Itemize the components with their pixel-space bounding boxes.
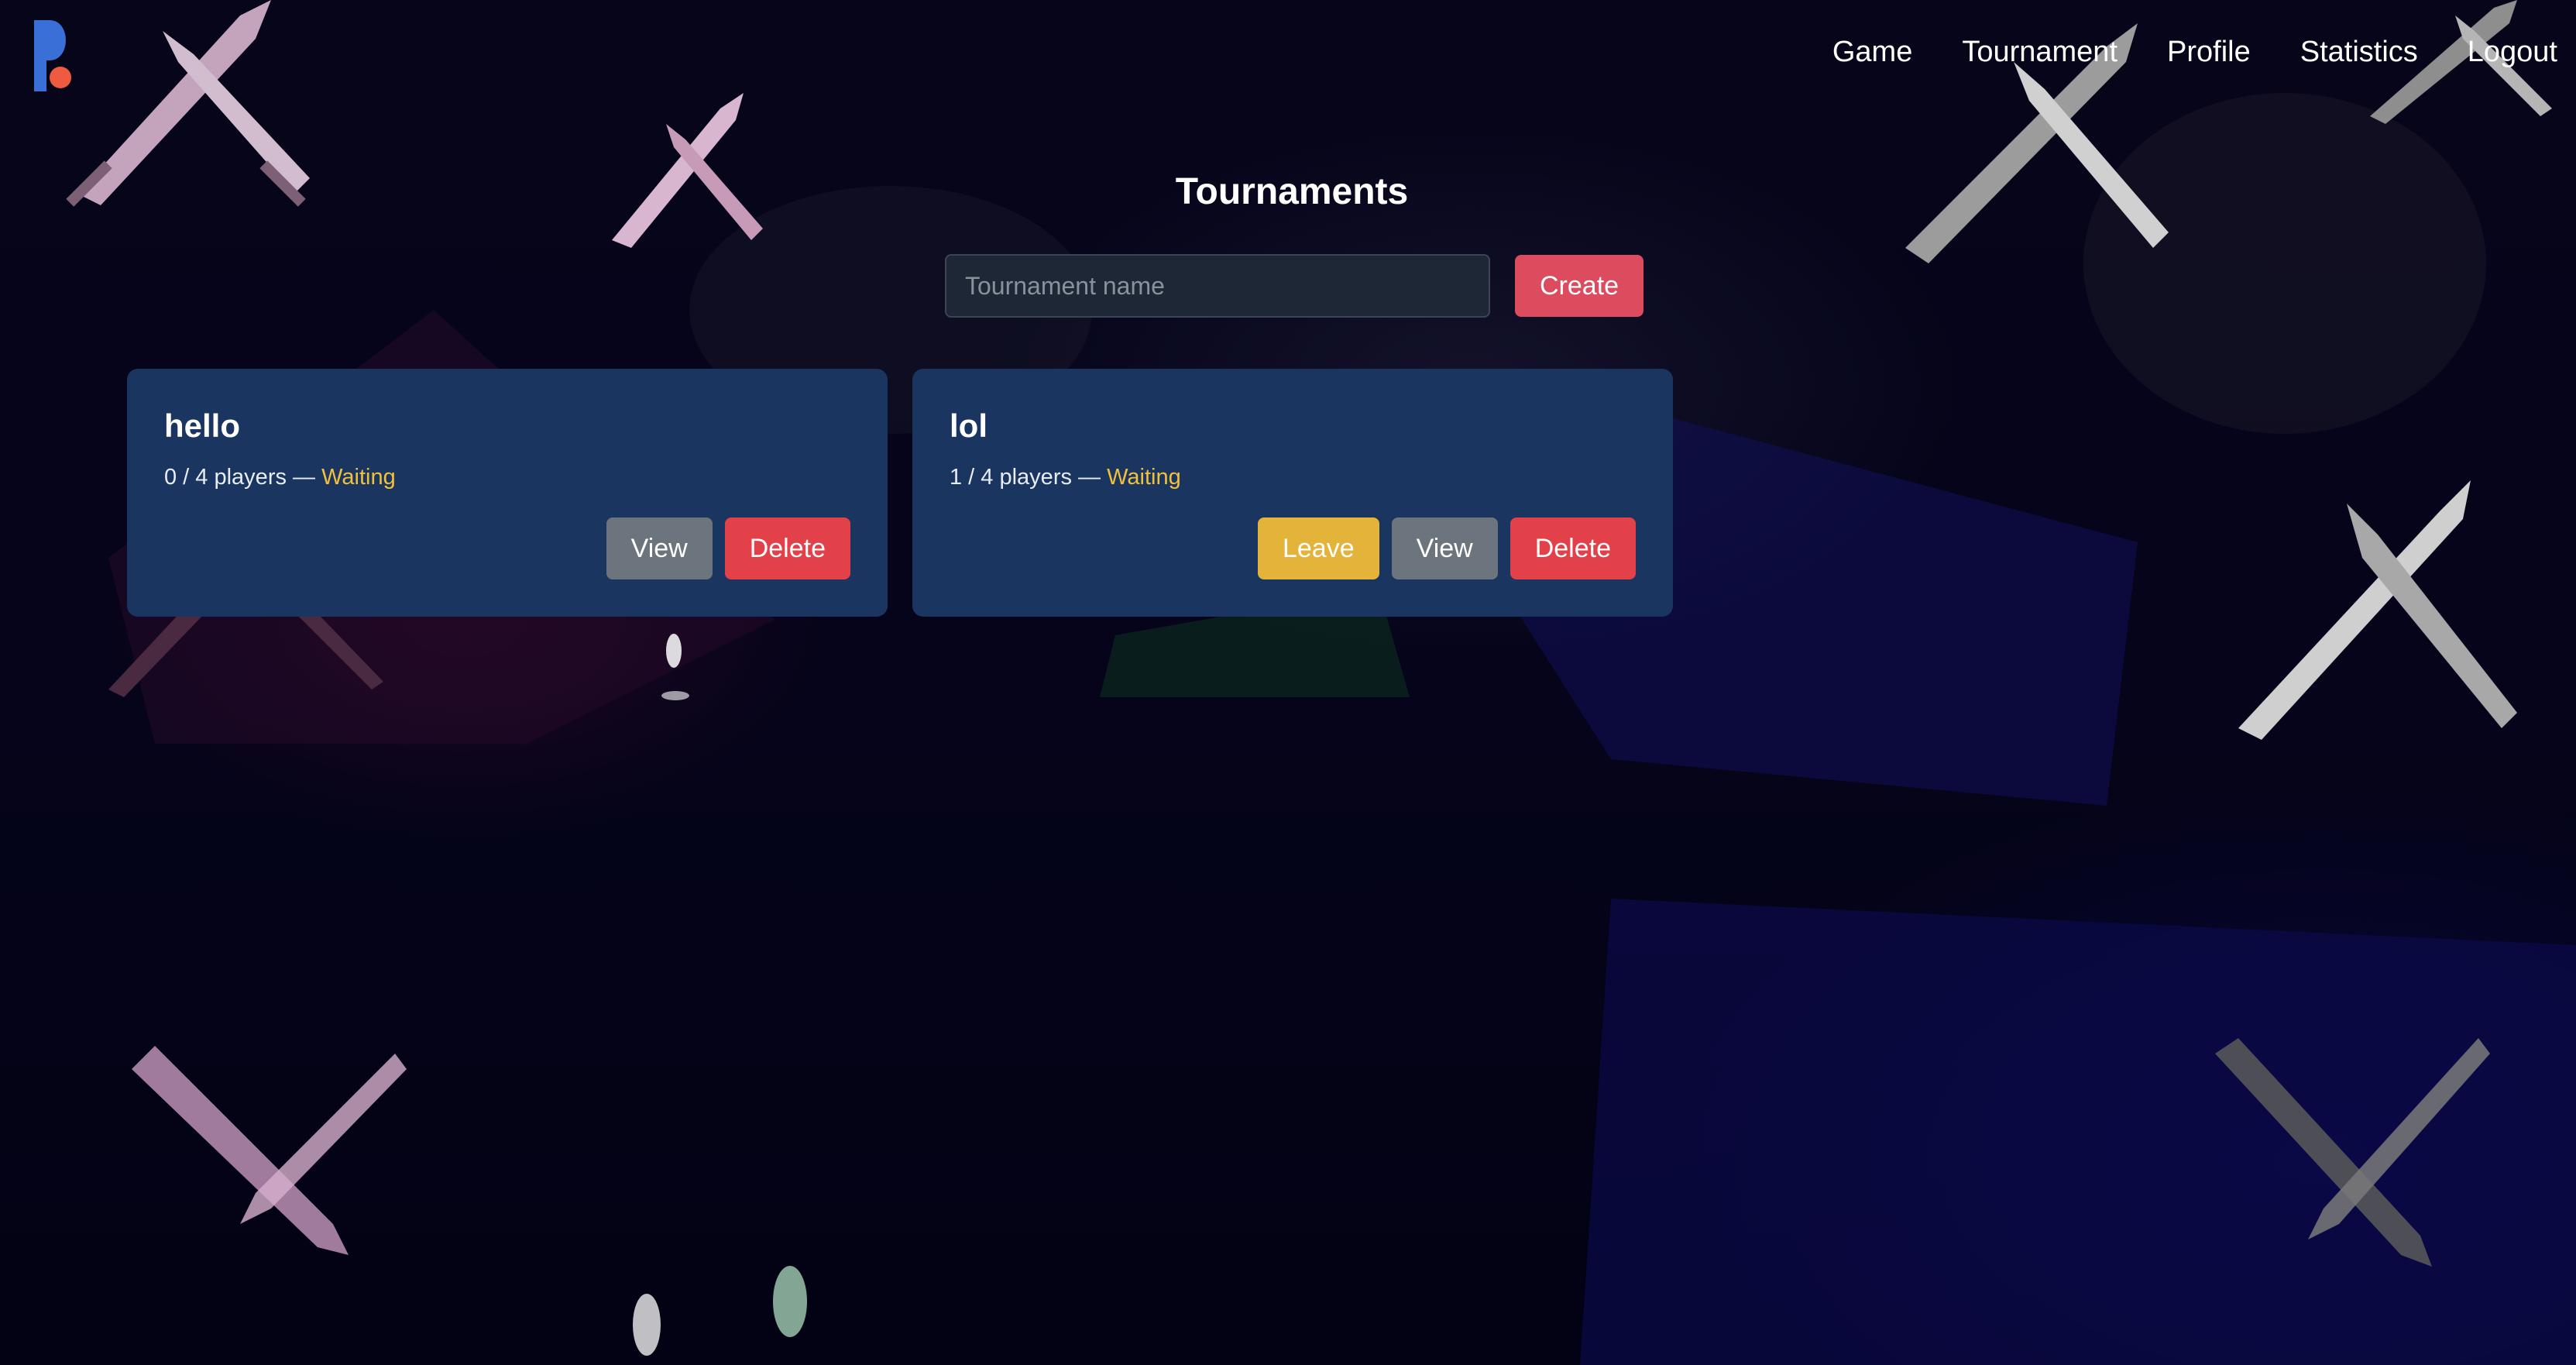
nav-profile[interactable]: Profile: [2167, 36, 2251, 69]
delete-button[interactable]: Delete: [1510, 517, 1636, 579]
tournament-name: lol: [950, 407, 987, 444]
tournament-meta: 0 / 4 players — Waiting: [164, 465, 850, 490]
tournament-card: hello 0 / 4 players — Waiting View Delet…: [127, 369, 888, 617]
nav-game[interactable]: Game: [1832, 36, 1912, 69]
crossed-swords-icon: [2238, 480, 2517, 740]
create-button[interactable]: Create: [1515, 255, 1644, 317]
tournament-name-input[interactable]: [945, 254, 1490, 318]
tournament-card: lol 1 / 4 players — Waiting Leave View D…: [912, 369, 1673, 617]
tournament-list: hello 0 / 4 players — Waiting View Delet…: [127, 369, 1673, 617]
view-button[interactable]: View: [1391, 517, 1498, 579]
player-count: 0 / 4 players —: [164, 465, 316, 490]
crossed-swords-icon: [2215, 1038, 2490, 1267]
view-button[interactable]: View: [606, 517, 713, 579]
main-nav: Game Tournament Profile Statistics Logou…: [1832, 36, 2557, 69]
nav-logout[interactable]: Logout: [2468, 36, 2557, 69]
create-tournament-form: Create: [945, 254, 1644, 318]
player-count: 1 / 4 players —: [950, 465, 1101, 490]
page: Game Tournament Profile Statistics Logou…: [0, 0, 2576, 1365]
crossed-swords-icon: [132, 1046, 407, 1255]
status-badge: Waiting: [1107, 465, 1181, 490]
nav-tournament[interactable]: Tournament: [1962, 36, 2117, 69]
page-title: Tournaments: [1175, 171, 1409, 212]
app-logo[interactable]: [31, 17, 77, 95]
card-actions: View Delete: [606, 517, 850, 579]
tournament-name: hello: [164, 407, 241, 444]
status-badge: Waiting: [321, 465, 396, 490]
card-actions: Leave View Delete: [1257, 517, 1636, 579]
leave-button[interactable]: Leave: [1257, 517, 1379, 579]
tournament-meta: 1 / 4 players — Waiting: [950, 465, 1636, 490]
delete-button[interactable]: Delete: [724, 517, 850, 579]
nav-statistics[interactable]: Statistics: [2300, 36, 2418, 69]
